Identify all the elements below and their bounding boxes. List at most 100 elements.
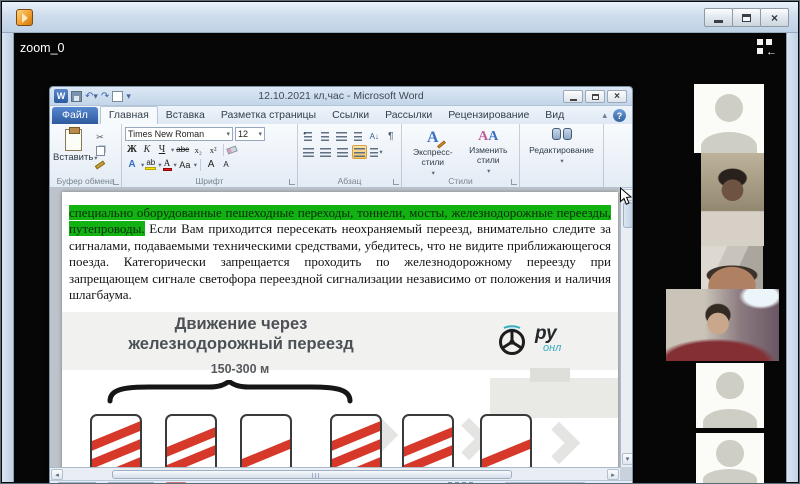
- font-color-button[interactable]: А: [163, 159, 172, 171]
- subscript-button[interactable]: x₂: [191, 143, 205, 156]
- editing-button[interactable]: Редактирование▾: [523, 128, 600, 165]
- bold-button[interactable]: Ж: [125, 143, 139, 156]
- numbering-button[interactable]: [318, 129, 333, 143]
- participant-placeholder[interactable]: [694, 84, 764, 153]
- shrink-font-button[interactable]: А: [219, 158, 233, 171]
- distance-label: 150-300 м: [140, 362, 340, 376]
- gallery-view-icon[interactable]: ←: [757, 39, 776, 56]
- paste-button[interactable]: Вставить▾: [53, 127, 93, 175]
- crossing-sign-3-stripes: [90, 414, 142, 467]
- tab-Главная[interactable]: Главная: [100, 106, 158, 124]
- figure-train-shape: [490, 378, 618, 418]
- paragraph: специально оборудованные пешеходные пере…: [69, 205, 611, 303]
- clipboard-group: Вставить▾ ✂ Буфер обмена: [50, 124, 122, 187]
- minimize-button[interactable]: [704, 8, 733, 27]
- arrow-left-icon: ←: [766, 47, 777, 58]
- scroll-down-button[interactable]: ▾: [622, 453, 634, 465]
- os-titlebar: ×: [2, 2, 798, 33]
- font-family-combo[interactable]: Times New Roman▾: [125, 127, 233, 141]
- quick-styles-icon: А: [427, 129, 439, 147]
- italic-button[interactable]: К: [140, 143, 154, 156]
- participant-video[interactable]: [701, 153, 764, 246]
- driving-school-logo: ру онл: [494, 320, 561, 356]
- status-bar: [50, 480, 632, 484]
- strikethrough-button[interactable]: abc: [175, 143, 190, 156]
- font-size-combo[interactable]: 12▾: [235, 127, 265, 141]
- logo-subtext: онл: [543, 343, 561, 354]
- line-spacing-button[interactable]: ▾: [369, 145, 384, 159]
- ribbon-tab-strip: ФайлГлавнаяВставкаРазметка страницыСсылк…: [50, 106, 632, 124]
- outdent-icon: [354, 132, 362, 141]
- dialog-launcher[interactable]: [393, 179, 399, 185]
- numbered-list-icon: [321, 132, 329, 141]
- crossing-sign-3-stripes: [330, 414, 382, 467]
- horizontal-scrollbar[interactable]: ◂ ▸: [50, 467, 620, 480]
- word-close-button[interactable]: ×: [607, 90, 627, 103]
- crossing-sign-2-stripes: [165, 414, 217, 467]
- group-label: Шрифт: [122, 176, 297, 186]
- avatar-icon: [703, 409, 757, 429]
- tab-Вставка[interactable]: Вставка: [158, 107, 213, 124]
- format-painter-button[interactable]: [93, 159, 107, 171]
- dialog-launcher[interactable]: [511, 179, 517, 185]
- justify-button[interactable]: [352, 145, 367, 159]
- show-marks-button[interactable]: ¶: [384, 129, 399, 143]
- multilevel-list-button[interactable]: [334, 129, 349, 143]
- collapse-ribbon-icon[interactable]: ▴: [602, 110, 607, 121]
- decrease-indent-button[interactable]: [351, 129, 366, 143]
- brace-shape: [105, 380, 355, 404]
- participant-video[interactable]: [701, 246, 763, 289]
- find-icon: [552, 128, 572, 141]
- align-right-button[interactable]: [335, 145, 350, 159]
- align-left-button[interactable]: [301, 145, 316, 159]
- cut-button[interactable]: ✂: [93, 131, 107, 143]
- dialog-launcher[interactable]: [289, 179, 295, 185]
- highlight-color-button[interactable]: ab: [145, 159, 156, 170]
- highlight-bar: [145, 167, 156, 170]
- brush-icon: [95, 160, 105, 169]
- minimize-icon: [714, 20, 723, 23]
- group-label: Стили: [402, 176, 519, 186]
- app-icon[interactable]: [16, 9, 33, 26]
- help-icon[interactable]: ?: [613, 109, 626, 122]
- change-case-button[interactable]: Аа: [178, 158, 192, 171]
- ribbon: Вставить▾ ✂ Буфер обмена Times New Roman…: [50, 124, 632, 188]
- font-group: Times New Roman▾ 12▾ Ж К Ч ▾ abc x₂ x²: [122, 124, 298, 187]
- horizontal-scroll-thumb[interactable]: [112, 470, 512, 479]
- vertical-scrollbar[interactable]: ▴ ▾: [620, 188, 633, 467]
- underline-button[interactable]: Ч: [155, 143, 169, 156]
- align-center-button[interactable]: [318, 145, 333, 159]
- tab-Файл[interactable]: Файл: [52, 107, 98, 124]
- tab-Разметка страницы[interactable]: Разметка страницы: [213, 107, 324, 124]
- word-minimize-button[interactable]: [563, 90, 583, 103]
- document-page[interactable]: специально оборудованные пешеходные пере…: [62, 192, 618, 467]
- participant-video[interactable]: [666, 289, 779, 361]
- justify-icon: [354, 148, 365, 157]
- dialog-launcher[interactable]: [113, 179, 119, 185]
- close-button[interactable]: ×: [760, 8, 789, 27]
- quick-styles-button[interactable]: А Экспресс-стили▾: [405, 127, 461, 175]
- change-styles-button[interactable]: АА Изменить стили▾: [461, 127, 517, 175]
- tab-Рассылки[interactable]: Рассылки: [377, 107, 440, 124]
- scroll-left-button[interactable]: ◂: [51, 469, 63, 480]
- figure-chevron: [538, 422, 580, 464]
- sort-button[interactable]: А↓: [367, 129, 382, 143]
- maximize-button[interactable]: [732, 8, 761, 27]
- participant-placeholder[interactable]: [696, 433, 764, 484]
- text-effects-button[interactable]: А: [125, 158, 139, 171]
- tab-Рецензирование[interactable]: Рецензирование: [440, 107, 537, 124]
- crossing-sign-1-stripes: [480, 414, 532, 467]
- word-restore-button[interactable]: [585, 90, 605, 103]
- superscript-button[interactable]: x²: [206, 143, 220, 156]
- close-icon: ×: [771, 12, 778, 24]
- tab-Ссылки[interactable]: Ссылки: [324, 107, 377, 124]
- copy-button[interactable]: [93, 145, 107, 157]
- grow-font-button[interactable]: А: [204, 158, 218, 171]
- clear-formatting-icon[interactable]: [226, 145, 237, 154]
- styles-group: А Экспресс-стили▾ АА Изменить стили▾ Сти…: [402, 124, 520, 187]
- editing-group: Редактирование▾: [520, 124, 604, 187]
- tab-Вид[interactable]: Вид: [537, 107, 572, 124]
- scroll-right-button[interactable]: ▸: [607, 469, 619, 480]
- bullets-button[interactable]: [301, 129, 316, 143]
- participant-placeholder[interactable]: [696, 363, 764, 428]
